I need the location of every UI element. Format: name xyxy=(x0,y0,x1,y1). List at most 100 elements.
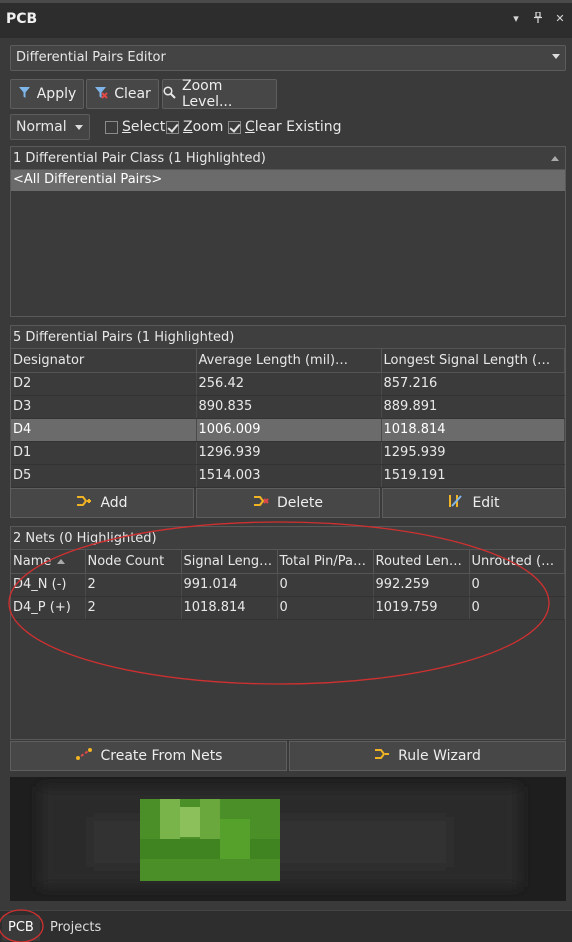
cell-unrouted: 0 xyxy=(469,573,565,597)
cell-longest-length: 1519.191 xyxy=(381,464,565,488)
rule-wizard-button[interactable]: Rule Wizard xyxy=(289,741,566,771)
table-row[interactable]: D4 1006.009 1018.814 xyxy=(11,418,565,442)
pin-icon[interactable] xyxy=(532,11,544,26)
table-row[interactable]: D3 890.835 889.891 xyxy=(11,395,565,419)
panel-mode-value: Differential Pairs Editor xyxy=(16,50,166,65)
clear-filter-icon xyxy=(94,86,108,103)
edit-pair-label: Edit xyxy=(472,495,500,511)
apply-label: Apply xyxy=(36,86,77,102)
delete-pair-button[interactable]: Delete xyxy=(196,488,380,518)
column-designator-label: Designator xyxy=(13,352,85,368)
column-node-count[interactable]: Node Count xyxy=(85,550,182,574)
column-average-length[interactable]: Average Length (mil) xyxy=(196,349,382,373)
table-row[interactable]: D1 1296.939 1295.939 xyxy=(11,441,565,465)
create-from-nets-icon xyxy=(75,747,93,765)
cell-longest-length: 1018.814 xyxy=(381,418,565,442)
sort-ascending-icon[interactable] xyxy=(551,156,559,161)
apply-button[interactable]: Apply xyxy=(10,79,84,109)
cell-longest-length: 1295.939 xyxy=(381,441,565,465)
pair-class-header-label: 1 Differential Pair Class (1 Highlighted… xyxy=(13,151,266,166)
pairs-header-label: 5 Differential Pairs (1 Highlighted) xyxy=(13,330,235,345)
cell-designator: D2 xyxy=(11,372,197,396)
add-pair-icon xyxy=(76,494,92,512)
cell-total-pin-pad: 0 xyxy=(277,573,374,597)
cell-node-count: 2 xyxy=(85,573,182,597)
pair-class-header: 1 Differential Pair Class (1 Highlighted… xyxy=(11,147,565,170)
column-longest-signal-length[interactable]: Longest Signal Length (mil) xyxy=(381,349,565,373)
column-routed-length-label: Routed Leng... xyxy=(375,553,469,569)
board-preview[interactable] xyxy=(10,777,566,901)
chevron-down-icon xyxy=(552,54,560,59)
cell-designator: D4 xyxy=(11,418,197,442)
panel-menu-icon[interactable]: ▾ xyxy=(510,12,522,26)
column-node-count-label: Node Count xyxy=(87,553,165,569)
create-from-nets-button[interactable]: Create From Nets xyxy=(10,741,287,771)
create-from-nets-label: Create From Nets xyxy=(100,748,223,764)
nets-table: Name Node Count Signal Lengt... Total Pi… xyxy=(11,550,565,620)
highlight-mode-value: Normal xyxy=(16,119,67,135)
zoom-level-label: Zoom Level... xyxy=(182,78,233,110)
clear-button[interactable]: Clear xyxy=(86,79,159,109)
pair-class-item[interactable]: <All Differential Pairs> xyxy=(11,170,565,191)
column-designator[interactable]: Designator xyxy=(11,349,197,373)
column-unrouted[interactable]: Unrouted (M... xyxy=(469,550,565,574)
zoom-checkbox[interactable]: Zoom xyxy=(166,119,223,135)
table-row[interactable]: D5 1514.003 1519.191 xyxy=(11,464,565,488)
column-routed-length[interactable]: Routed Leng... xyxy=(373,550,470,574)
nets-section: 2 Nets (0 Highlighted) Name Node Count S… xyxy=(10,526,566,740)
nets-header-label: 2 Nets (0 Highlighted) xyxy=(13,531,157,546)
select-checkbox[interactable]: Select xyxy=(105,119,165,135)
add-pair-label: Add xyxy=(100,495,128,511)
column-average-length-label: Average Length (mil) xyxy=(198,352,336,368)
select-checkbox-box[interactable] xyxy=(105,120,118,134)
clear-existing-checkbox-label: Clear Existing xyxy=(245,119,342,135)
column-signal-length[interactable]: Signal Lengt... xyxy=(181,550,278,574)
sort-ascending-icon xyxy=(57,558,66,564)
panel-mode-dropdown[interactable]: Differential Pairs Editor xyxy=(10,45,566,71)
table-row[interactable]: D2 256.42 857.216 xyxy=(11,372,565,396)
cell-average-length: 1296.939 xyxy=(196,441,382,465)
pairs-section: 5 Differential Pairs (1 Highlighted) Des… xyxy=(10,325,566,488)
edit-pair-button[interactable]: Edit xyxy=(382,488,566,518)
cell-routed-length: 1019.759 xyxy=(373,596,470,620)
cell-signal-length: 1018.814 xyxy=(181,596,278,620)
table-row[interactable]: D4_N (-) 2 991.014 0 992.259 0 xyxy=(11,573,565,597)
zoom-checkbox-label: Zoom xyxy=(183,119,224,135)
panel-controls: ▾ ✕ xyxy=(510,11,566,26)
rule-wizard-label: Rule Wizard xyxy=(398,748,481,764)
tab-projects[interactable]: Projects xyxy=(44,915,107,941)
cell-unrouted: 0 xyxy=(469,596,565,620)
column-name-label: Name xyxy=(13,553,52,569)
column-name[interactable]: Name xyxy=(11,550,86,574)
net-action-buttons: Create From Nets Rule Wizard xyxy=(10,741,566,771)
clear-existing-checkbox[interactable]: Clear Existing xyxy=(228,119,342,135)
panel-tab-bar: PCB Projects xyxy=(0,910,572,942)
column-total-pin-pad[interactable]: Total Pin/Pac... xyxy=(277,550,374,574)
pair-class-section: 1 Differential Pair Class (1 Highlighted… xyxy=(10,146,566,317)
delete-pair-icon xyxy=(253,494,269,512)
cell-designator: D1 xyxy=(11,441,197,465)
table-row[interactable]: D4_P (+) 2 1018.814 0 1019.759 0 xyxy=(11,596,565,620)
cell-average-length: 890.835 xyxy=(196,395,382,419)
column-total-pin-pad-label: Total Pin/Pac... xyxy=(279,553,373,569)
zoom-level-button[interactable]: Zoom Level... xyxy=(162,78,277,110)
zoom-checkbox-box[interactable] xyxy=(166,120,179,134)
edit-pair-icon xyxy=(448,494,464,512)
cell-longest-length: 889.891 xyxy=(381,395,565,419)
cell-designator: D3 xyxy=(11,395,197,419)
tab-pcb-label: PCB xyxy=(8,920,34,935)
chevron-down-icon xyxy=(75,125,83,130)
cell-net-name: D4_N (-) xyxy=(11,573,86,597)
add-pair-button[interactable]: Add xyxy=(10,488,194,518)
close-icon[interactable]: ✕ xyxy=(554,12,566,26)
tab-pcb[interactable]: PCB xyxy=(2,915,40,941)
board-preview-image xyxy=(10,777,566,901)
cell-designator: D5 xyxy=(11,464,197,488)
cell-total-pin-pad: 0 xyxy=(277,596,374,620)
highlight-mode-select[interactable]: Normal xyxy=(10,114,90,140)
column-unrouted-label: Unrouted (M... xyxy=(471,553,565,569)
rule-wizard-icon xyxy=(374,747,390,765)
magnifier-icon xyxy=(163,85,176,103)
pairs-table: Designator Average Length (mil) Longest … xyxy=(11,349,565,488)
clear-existing-checkbox-box[interactable] xyxy=(228,120,241,134)
